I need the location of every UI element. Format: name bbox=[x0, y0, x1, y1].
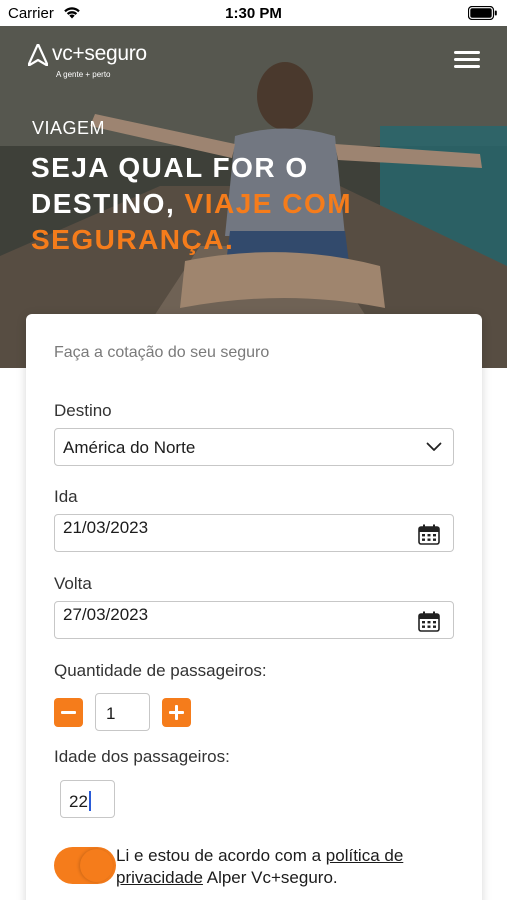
hamburger-menu-button[interactable] bbox=[452, 49, 482, 71]
destination-label: Destino bbox=[54, 401, 112, 420]
calendar-icon[interactable] bbox=[418, 611, 440, 632]
return-date-value: 27/03/2023 bbox=[63, 605, 149, 624]
menu-icon-bar bbox=[454, 65, 480, 68]
minus-icon bbox=[61, 711, 76, 714]
hero-eyebrow: VIAGEM bbox=[32, 118, 106, 138]
chevron-down-icon bbox=[426, 442, 442, 451]
departure-date-value: 21/03/2023 bbox=[63, 518, 149, 537]
privacy-consent-text: Li e estou de acordo com a política de p… bbox=[116, 845, 446, 889]
menu-icon-bar bbox=[454, 58, 480, 61]
logo-tagline: A gente + perto bbox=[56, 70, 111, 79]
decrease-passengers-button[interactable] bbox=[54, 698, 83, 727]
calendar-icon[interactable] bbox=[418, 524, 440, 545]
destination-selected-value: América do Norte bbox=[63, 438, 196, 457]
passenger-count-value: 1 bbox=[106, 704, 116, 723]
logo-mark-icon bbox=[28, 44, 48, 66]
toggle-knob bbox=[80, 849, 113, 882]
destination-select[interactable]: América do Norte bbox=[54, 428, 454, 466]
return-date-label: Volta bbox=[54, 574, 92, 593]
departure-date-label: Ida bbox=[54, 487, 78, 506]
passenger-age-input[interactable]: 22 bbox=[60, 780, 115, 818]
quote-form-title: Faça a cotação do seu seguro bbox=[54, 344, 270, 361]
plus-icon-vertical bbox=[175, 705, 178, 720]
passenger-age-value: 22 bbox=[69, 791, 91, 812]
status-time: 1:30 PM bbox=[225, 5, 282, 22]
increase-passengers-button[interactable] bbox=[162, 698, 191, 727]
passenger-count-input[interactable]: 1 bbox=[95, 693, 150, 731]
passenger-age-label: Idade dos passageiros: bbox=[54, 747, 230, 766]
passenger-count-label: Quantidade de passageiros: bbox=[54, 661, 267, 680]
menu-icon bbox=[454, 51, 480, 54]
return-date-field[interactable]: 27/03/2023 bbox=[54, 601, 454, 639]
status-bar: Carrier 1:30 PM bbox=[0, 0, 507, 26]
logo-wordmark: vc+seguro bbox=[52, 42, 147, 65]
consent-text-before: Li e estou de acordo com a bbox=[116, 846, 326, 865]
hero-headline: SEJA QUAL FOR O DESTINO, VIAJE COM SEGUR… bbox=[31, 150, 391, 258]
privacy-consent-toggle[interactable] bbox=[54, 847, 116, 884]
departure-date-field[interactable]: 21/03/2023 bbox=[54, 514, 454, 552]
battery-icon bbox=[468, 6, 497, 20]
quote-form-card: Faça a cotação do seu seguro Destino Amé… bbox=[26, 314, 482, 900]
consent-text-after: Alper Vc+seguro. bbox=[202, 868, 338, 887]
text-cursor bbox=[88, 791, 91, 811]
passenger-age-text: 22 bbox=[69, 792, 88, 811]
